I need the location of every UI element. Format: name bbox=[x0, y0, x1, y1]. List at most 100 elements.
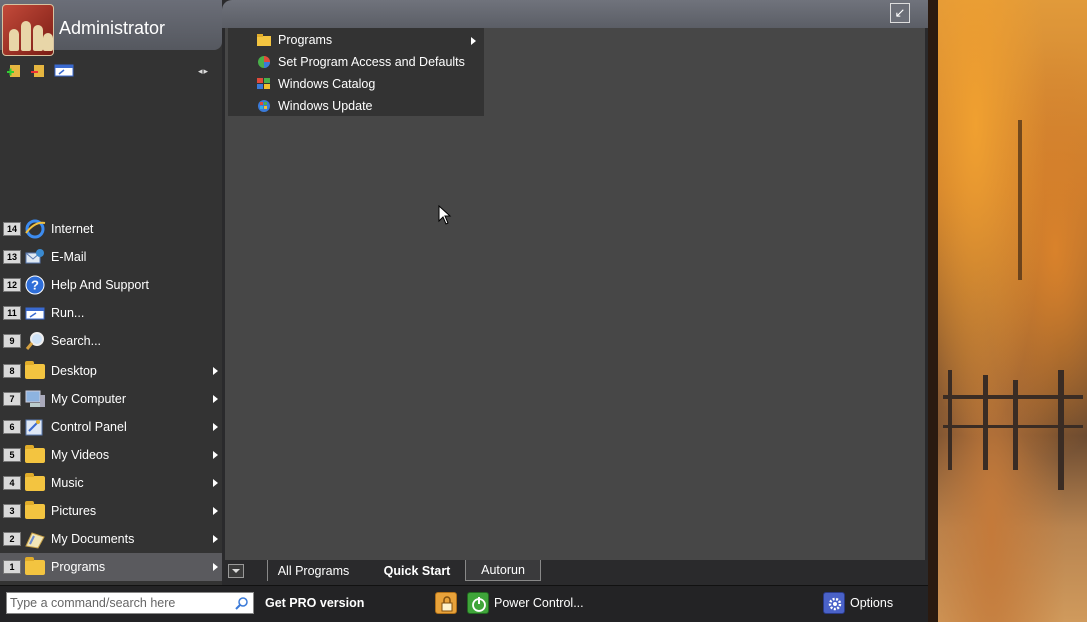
folder-icon bbox=[24, 557, 46, 577]
pinned-list: 14 Internet 13 E-Mail 12 ? Help And Supp… bbox=[0, 215, 222, 355]
menu-item-my-documents[interactable]: 2 My Documents bbox=[0, 525, 222, 553]
submenu-arrow-icon bbox=[213, 395, 218, 403]
run-icon bbox=[24, 303, 46, 323]
menu-item-label: E-Mail bbox=[51, 250, 87, 264]
control-panel-icon bbox=[24, 417, 46, 437]
menu-item-music[interactable]: 4 Music bbox=[0, 469, 222, 497]
menu-item-label: My Videos bbox=[51, 448, 110, 462]
restore-button[interactable]: ↙ bbox=[890, 3, 910, 23]
tab-quick-start[interactable]: Quick Start bbox=[373, 560, 461, 581]
menu-item-label: Desktop bbox=[51, 364, 97, 378]
start-menu-left-pane: Administrator ◂▸ 14 Internet 13 E-Mail 1… bbox=[0, 0, 222, 585]
menu-item-label: My Computer bbox=[51, 392, 127, 406]
lock-button[interactable] bbox=[435, 590, 457, 616]
submenu-item-windows-update[interactable]: Windows Update bbox=[256, 95, 373, 117]
menu-item-label: Search... bbox=[51, 334, 102, 348]
submenu-item-programs[interactable]: Programs bbox=[256, 29, 482, 51]
programs-submenu: Programs Set Program Access and Defaults… bbox=[228, 28, 484, 116]
submenu-arrow-icon bbox=[213, 479, 218, 487]
command-search-input[interactable] bbox=[7, 593, 227, 613]
submenu-arrow-icon bbox=[213, 367, 218, 375]
shortcut-number: 7 bbox=[3, 392, 21, 406]
shortcut-number: 12 bbox=[3, 278, 21, 292]
menu-item-my-computer[interactable]: 7 My Computer bbox=[0, 385, 222, 413]
right-pane-titlebar: ↙ bbox=[222, 0, 928, 28]
power-icon bbox=[467, 592, 489, 614]
shortcut-number: 13 bbox=[3, 250, 21, 264]
submenu-item-program-access[interactable]: Set Program Access and Defaults bbox=[256, 51, 465, 73]
menu-item-pictures[interactable]: 3 Pictures bbox=[0, 497, 222, 525]
folder-icon bbox=[24, 473, 46, 493]
menu-item-programs[interactable]: 1 Programs bbox=[0, 553, 222, 581]
windows-catalog-icon bbox=[256, 77, 272, 91]
gear-icon bbox=[823, 592, 845, 614]
folder-icon bbox=[24, 361, 46, 381]
menu-item-control-panel[interactable]: 6 Control Panel bbox=[0, 413, 222, 441]
menu-item-label: Programs bbox=[51, 560, 106, 574]
tab-menu-button[interactable] bbox=[228, 564, 244, 578]
options-button[interactable]: Options bbox=[823, 590, 893, 616]
menu-item-run[interactable]: 11 Run... bbox=[0, 299, 222, 327]
submenu-arrow-icon bbox=[213, 507, 218, 515]
shortcut-number: 4 bbox=[3, 476, 21, 490]
menu-item-label: Control Panel bbox=[51, 420, 127, 434]
folder-icon bbox=[24, 445, 46, 465]
user-header: Administrator bbox=[0, 0, 222, 56]
program-access-icon bbox=[256, 55, 272, 69]
shortcut-number: 8 bbox=[3, 364, 21, 378]
submenu-item-windows-catalog[interactable]: Windows Catalog bbox=[256, 73, 375, 95]
menu-item-label: Music bbox=[51, 476, 84, 490]
email-icon bbox=[24, 247, 46, 267]
quick-start-panel: A Programs Set Program Access and Defaul… bbox=[225, 28, 925, 560]
menu-item-internet[interactable]: 14 Internet bbox=[0, 215, 222, 243]
shortcut-number: 14 bbox=[3, 222, 21, 236]
command-search-box bbox=[6, 592, 254, 614]
submenu-arrow-icon bbox=[213, 423, 218, 431]
quick-actions bbox=[6, 62, 74, 78]
submenu-arrow-icon bbox=[471, 37, 476, 45]
folder-icon bbox=[256, 33, 272, 47]
power-control-button[interactable]: Power Control... bbox=[467, 590, 584, 616]
menu-item-desktop[interactable]: 8 Desktop bbox=[0, 357, 222, 385]
computer-icon bbox=[24, 389, 46, 409]
submenu-item-label: Programs bbox=[278, 33, 333, 47]
menu-item-email[interactable]: 13 E-Mail bbox=[0, 243, 222, 271]
menu-item-label: Run... bbox=[51, 306, 85, 320]
menu-item-my-videos[interactable]: 5 My Videos bbox=[0, 441, 222, 469]
submenu-arrow-icon bbox=[213, 535, 218, 543]
shortcut-number: 6 bbox=[3, 420, 21, 434]
submenu-item-label: Windows Catalog bbox=[278, 77, 376, 91]
mouse-cursor-icon bbox=[438, 204, 452, 225]
tab-autorun[interactable]: Autorun bbox=[465, 560, 541, 581]
tab-all-programs[interactable]: All Programs bbox=[267, 560, 359, 581]
shortcut-number: 9 bbox=[3, 334, 21, 348]
get-pro-link[interactable]: Get PRO version bbox=[265, 596, 364, 610]
search-icon[interactable] bbox=[235, 596, 249, 610]
user-name: Administrator bbox=[59, 18, 166, 38]
documents-icon bbox=[24, 529, 46, 549]
menu-item-label: Internet bbox=[51, 222, 94, 236]
internet-explorer-icon bbox=[24, 219, 46, 239]
menu-item-help[interactable]: 12 ? Help And Support bbox=[0, 271, 222, 299]
menu-item-label: Help And Support bbox=[51, 278, 149, 292]
shortcut-number: 11 bbox=[3, 306, 21, 320]
windows-update-icon bbox=[256, 99, 272, 113]
user-avatar[interactable] bbox=[2, 4, 54, 56]
submenu-item-label: Windows Update bbox=[278, 99, 373, 113]
options-label: Options bbox=[850, 596, 894, 610]
user-logoff-icon[interactable] bbox=[30, 62, 48, 78]
collapse-toggle[interactable]: ◂▸ bbox=[198, 66, 209, 77]
search-magnifier-icon bbox=[24, 331, 46, 351]
help-icon: ? bbox=[24, 275, 46, 295]
svg-text:?: ? bbox=[31, 278, 39, 293]
run-window-icon[interactable] bbox=[54, 62, 74, 78]
taskbar: Get PRO version Power Control... Options bbox=[0, 585, 928, 622]
shortcut-number: 5 bbox=[3, 448, 21, 462]
menu-item-search[interactable]: 9 Search... bbox=[0, 327, 222, 355]
start-menu-right-pane: ↙ A Programs Set Program Access and Defa… bbox=[222, 0, 928, 585]
menu-item-label: Pictures bbox=[51, 504, 97, 518]
add-user-icon[interactable] bbox=[6, 62, 24, 78]
submenu-item-label: Set Program Access and Defaults bbox=[278, 55, 465, 69]
lock-icon bbox=[435, 592, 457, 614]
shortcut-number: 1 bbox=[3, 560, 21, 574]
